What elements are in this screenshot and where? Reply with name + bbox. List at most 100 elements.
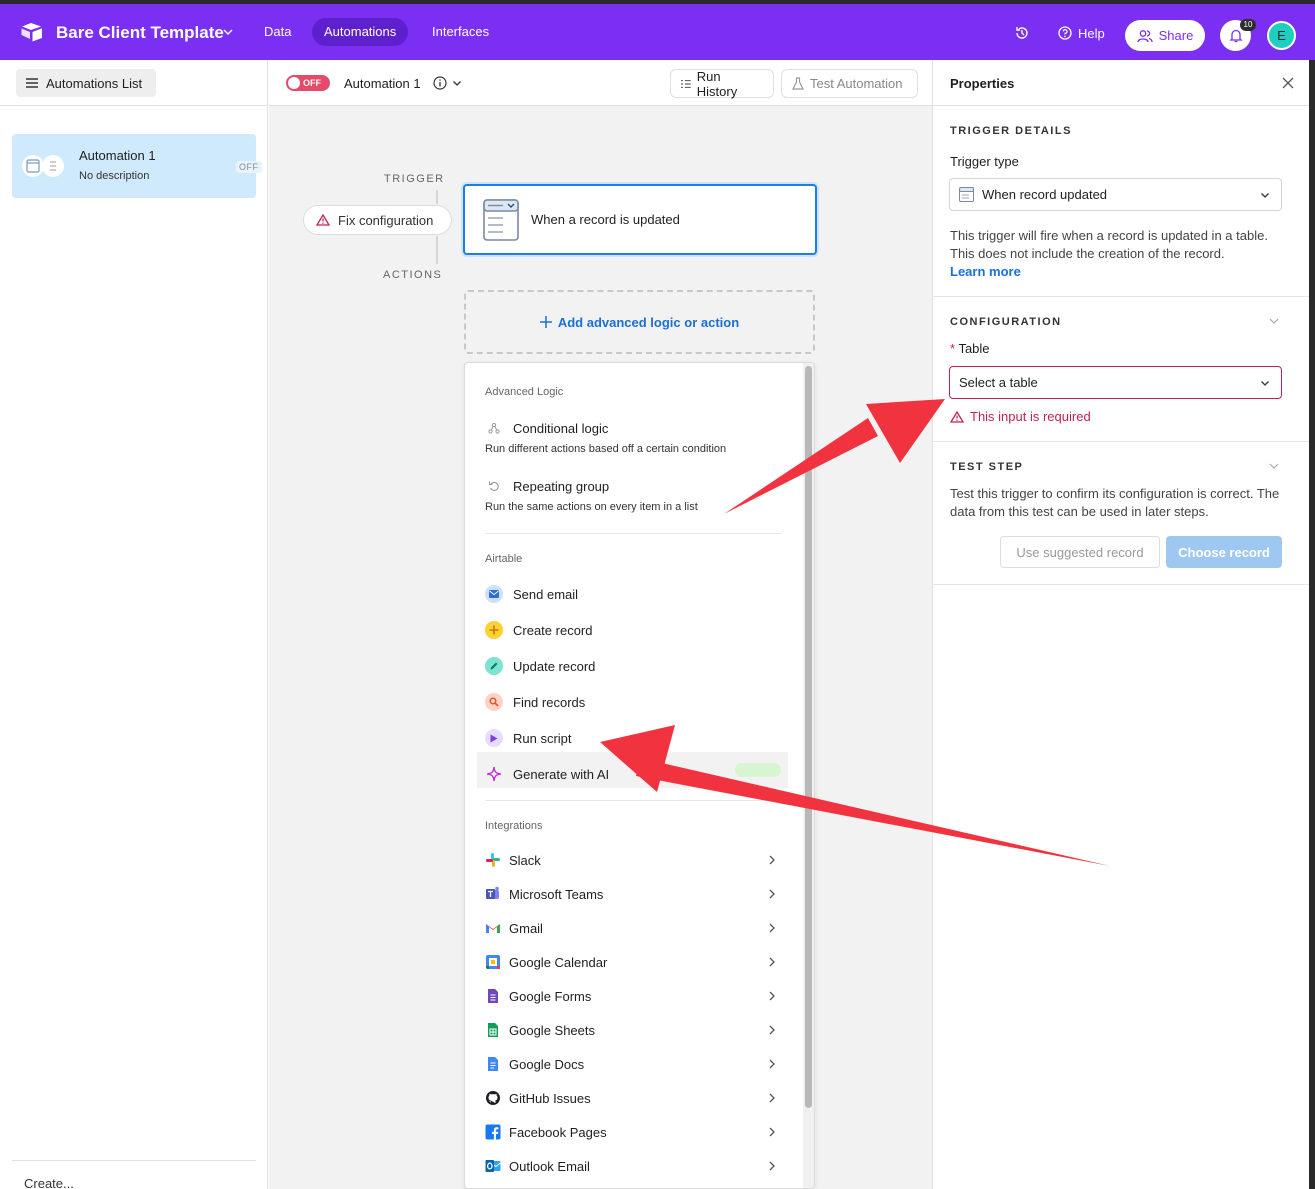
menu-item-update-record[interactable]: Update record (485, 657, 595, 675)
integration-google-docs[interactable]: Google Docs (485, 1056, 584, 1072)
section-title-integrations: Integrations (485, 820, 543, 832)
fix-configuration-button[interactable]: Fix configuration (303, 205, 452, 235)
menu-item-label: Create record (513, 622, 593, 638)
choose-record-button[interactable]: Choose record (1166, 536, 1282, 568)
create-automation-button[interactable]: Create... (24, 1176, 74, 1189)
section-title-configuration: CONFIGURATION (950, 316, 1062, 328)
slack-icon (486, 853, 500, 867)
test-automation-button[interactable]: Test Automation (781, 69, 918, 98)
history-icon[interactable] (1014, 25, 1030, 41)
use-suggested-record-button[interactable]: Use suggested record (1000, 536, 1160, 568)
add-action-button[interactable]: Add advanced logic or action (464, 290, 815, 354)
integration-outlook-email[interactable]: Outlook Email (485, 1158, 590, 1174)
menu-item-create-record[interactable]: Create record (485, 621, 592, 639)
automation-name[interactable]: Automation 1 (344, 76, 421, 91)
chevron-right-icon (769, 1127, 775, 1137)
automation-title: Automation 1 (79, 148, 156, 163)
play-icon (485, 729, 503, 747)
airtable-logo-icon[interactable] (20, 22, 44, 42)
integration-google-sheets[interactable]: Google Sheets (485, 1022, 595, 1038)
menu-item-conditional-logic[interactable]: Conditional logic (485, 419, 608, 437)
integration-google-forms[interactable]: Google Forms (485, 988, 591, 1004)
envelope-icon (485, 585, 503, 603)
help-button[interactable]: Help (1058, 22, 1105, 44)
chevron-right-icon (769, 923, 775, 933)
section-title-test-step: TEST STEP (950, 461, 1024, 473)
automation-list-item[interactable]: Automation 1 No description OFF (12, 134, 262, 198)
integration-microsoft-teams[interactable]: Microsoft Teams (485, 886, 603, 902)
menu-item-generate-with-ai[interactable]: Generate with AI (485, 765, 609, 783)
integration-google-calendar[interactable]: Google Calendar (485, 954, 607, 970)
trigger-label: TRIGGER (384, 173, 445, 185)
menu-scrollbar-thumb[interactable] (805, 366, 812, 1108)
share-button[interactable]: Share (1125, 20, 1205, 51)
nav-data[interactable]: Data (252, 18, 303, 46)
chevron-right-icon (769, 1059, 775, 1069)
window-edge (1309, 60, 1315, 1189)
automation-canvas: OFF Automation 1 Run History Test Automa… (269, 60, 932, 1189)
canvas-header: OFF Automation 1 Run History Test Automa… (269, 60, 932, 106)
chevron-down-icon (1261, 381, 1269, 386)
learn-more-link[interactable]: Learn more (950, 264, 1021, 279)
close-icon[interactable] (1282, 77, 1294, 89)
chevron-down-icon[interactable] (452, 78, 462, 88)
menu-item-label: Run script (513, 730, 572, 746)
menu-item-run-script[interactable]: Run script (485, 729, 572, 747)
test-step-description: Test this trigger to confirm its configu… (950, 486, 1280, 519)
menu-item-label: Update record (513, 658, 596, 674)
properties-title: Properties (950, 76, 1015, 91)
divider (12, 1160, 256, 1161)
divider (485, 800, 781, 801)
divider (485, 533, 781, 534)
menu-item-description: Run different actions based off a certai… (485, 443, 727, 455)
integration-label: Google Sheets (509, 1022, 596, 1038)
integration-label: Slack (509, 852, 541, 868)
integration-slack[interactable]: Slack (485, 852, 541, 868)
avatar[interactable]: E (1267, 21, 1296, 50)
gmail-icon (486, 924, 500, 933)
google-docs-icon (488, 1057, 498, 1071)
trigger-type-select[interactable]: When record updated (949, 178, 1282, 211)
automation-toggle[interactable]: OFF (286, 75, 330, 91)
share-label: Share (1158, 28, 1194, 43)
integration-label: Outlook Email (509, 1158, 590, 1174)
chevron-right-icon (769, 855, 775, 865)
chevron-down-icon[interactable] (1268, 315, 1280, 327)
info-icon[interactable] (433, 76, 447, 90)
menu-icon (26, 78, 38, 88)
nav-interfaces[interactable]: Interfaces (420, 18, 501, 46)
chevron-right-icon (769, 1025, 775, 1035)
integration-github-issues[interactable]: GitHub Issues (485, 1090, 591, 1106)
menu-item-repeating-group[interactable]: Repeating group (485, 477, 609, 495)
automations-list-button[interactable]: Automations List (16, 69, 156, 97)
table-select-placeholder: Select a table (959, 375, 1038, 390)
integration-gmail[interactable]: Gmail (485, 920, 543, 936)
plus-circle-icon (485, 621, 503, 639)
integration-facebook-pages[interactable]: Facebook Pages (485, 1124, 607, 1140)
actions-label: ACTIONS (383, 269, 443, 281)
chevron-down-icon[interactable] (222, 26, 234, 38)
chevron-down-icon[interactable] (1268, 460, 1280, 472)
required-marker: * (950, 341, 956, 356)
google-sheets-icon (488, 1023, 498, 1037)
error-text: This input is required (970, 409, 1091, 424)
trigger-step-card[interactable]: When a record is updated (463, 184, 817, 255)
flask-icon (792, 77, 804, 90)
trigger-type-label: Trigger type (950, 154, 1019, 169)
pencil-icon (485, 657, 503, 675)
fix-configuration-label: Fix configuration (338, 212, 434, 228)
menu-item-find-records[interactable]: Find records (485, 693, 585, 711)
nav-automations[interactable]: Automations (312, 18, 409, 46)
trigger-description: This trigger will fire when a record is … (950, 227, 1290, 281)
base-name[interactable]: Bare Client Template (56, 23, 224, 43)
divider (933, 296, 1309, 297)
chevron-down-icon (1261, 193, 1269, 198)
menu-item-send-email[interactable]: Send email (485, 585, 578, 603)
automations-list-label: Automations List (46, 75, 143, 91)
record-updated-icon (483, 199, 519, 241)
table-label: * Table (950, 341, 990, 356)
add-action-label: Add advanced logic or action (557, 314, 740, 330)
record-updated-icon (959, 187, 974, 202)
run-history-button[interactable]: Run History (670, 69, 774, 99)
table-select[interactable]: Select a table (949, 366, 1282, 399)
